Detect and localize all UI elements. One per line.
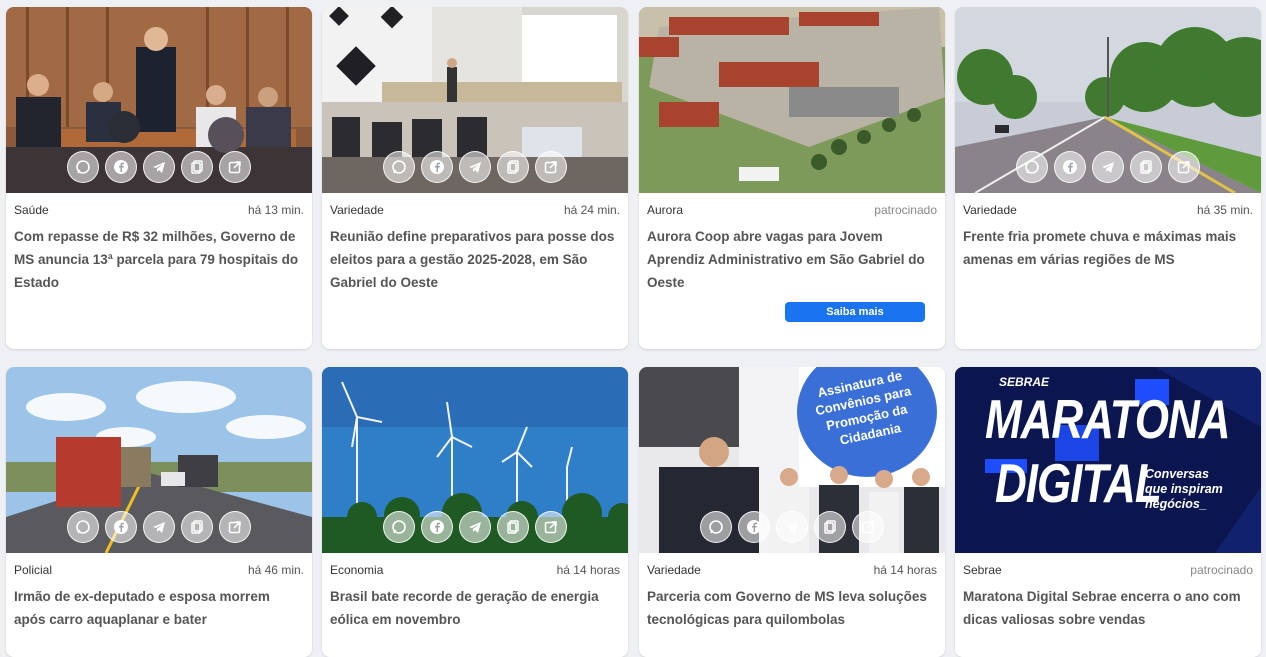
news-headline[interactable]: Parceria com Governo de MS leva soluções… xyxy=(639,577,945,631)
facebook-icon[interactable] xyxy=(738,511,770,543)
news-card[interactable]: Policial há 46 min. Irmão de ex-deputado… xyxy=(6,367,312,657)
maratona-wordmark: MARATONA xyxy=(985,389,1231,451)
news-thumbnail[interactable] xyxy=(322,367,628,553)
news-card[interactable]: Variedade há 24 min. Reunião define prep… xyxy=(322,7,628,349)
category-label[interactable]: Aurora xyxy=(647,203,683,217)
news-headline[interactable]: Aurora Coop abre vagas para Jovem Aprend… xyxy=(639,217,945,294)
news-headline[interactable]: Com repasse de R$ 32 milhões, Governo de… xyxy=(6,217,312,294)
telegram-icon[interactable] xyxy=(459,151,491,183)
digital-wordmark: DIGITAL xyxy=(995,453,1162,515)
news-headline[interactable]: Irmão de ex-deputado e esposa morrem apó… xyxy=(6,577,312,631)
external-link-icon[interactable] xyxy=(219,511,251,543)
facebook-icon[interactable] xyxy=(421,151,453,183)
copy-icon[interactable] xyxy=(497,511,529,543)
sponsored-label: patrocinado xyxy=(1190,563,1253,577)
tagline-line: Conversas xyxy=(1145,467,1209,481)
whatsapp-icon[interactable] xyxy=(383,511,415,543)
share-bar xyxy=(322,511,628,543)
news-headline[interactable]: Brasil bate recorde de geração de energi… xyxy=(322,577,628,631)
news-headline[interactable]: Maratona Digital Sebrae encerra o ano co… xyxy=(955,577,1261,631)
copy-icon[interactable] xyxy=(181,511,213,543)
external-link-icon[interactable] xyxy=(1168,151,1200,183)
timestamp: há 13 min. xyxy=(247,203,304,217)
industrial-plant-photo xyxy=(639,7,945,193)
news-thumbnail[interactable] xyxy=(6,7,312,193)
telegram-icon[interactable] xyxy=(776,511,808,543)
category-label[interactable]: Variedade xyxy=(647,563,701,577)
whatsapp-icon[interactable] xyxy=(700,511,732,543)
whatsapp-icon[interactable] xyxy=(383,151,415,183)
facebook-icon[interactable] xyxy=(105,151,137,183)
facebook-icon[interactable] xyxy=(1054,151,1086,183)
tagline-line: negócios_ xyxy=(1145,497,1207,511)
whatsapp-icon[interactable] xyxy=(67,511,99,543)
category-label[interactable]: Economia xyxy=(330,563,383,577)
category-label[interactable]: Policial xyxy=(14,563,52,577)
copy-icon[interactable] xyxy=(814,511,846,543)
timestamp: há 35 min. xyxy=(1196,203,1253,217)
category-label[interactable]: Variedade xyxy=(963,203,1017,217)
news-card[interactable]: Economia há 14 horas Brasil bate recorde… xyxy=(322,367,628,657)
telegram-icon[interactable] xyxy=(143,151,175,183)
external-link-icon[interactable] xyxy=(535,151,567,183)
sponsored-label: patrocinado xyxy=(874,203,937,217)
copy-icon[interactable] xyxy=(181,151,213,183)
telegram-icon[interactable] xyxy=(459,511,491,543)
copy-icon[interactable] xyxy=(1130,151,1162,183)
external-link-icon[interactable] xyxy=(852,511,884,543)
whatsapp-icon[interactable] xyxy=(1016,151,1048,183)
telegram-icon[interactable] xyxy=(143,511,175,543)
share-bar xyxy=(322,151,628,183)
news-thumbnail[interactable] xyxy=(955,7,1261,193)
news-thumbnail[interactable] xyxy=(6,367,312,553)
news-card[interactable]: Variedade há 35 min. Frente fria promete… xyxy=(955,7,1261,349)
sponsored-card[interactable]: Aurora patrocinado Aurora Coop abre vaga… xyxy=(639,7,945,349)
category-label[interactable]: Sebrae xyxy=(963,563,1002,577)
category-label[interactable]: Saúde xyxy=(14,203,49,217)
whatsapp-icon[interactable] xyxy=(67,151,99,183)
facebook-icon[interactable] xyxy=(421,511,453,543)
share-bar xyxy=(6,151,312,183)
copy-icon[interactable] xyxy=(497,151,529,183)
category-label[interactable]: Variedade xyxy=(330,203,384,217)
news-card[interactable]: Saúde há 13 min. Com repasse de R$ 32 mi… xyxy=(6,7,312,349)
news-headline[interactable]: Reunião define preparativos para posse d… xyxy=(322,217,628,294)
timestamp: há 46 min. xyxy=(247,563,304,577)
share-bar xyxy=(6,511,312,543)
news-thumbnail[interactable]: Assinatura de Convênios para Promoção da… xyxy=(639,367,945,553)
share-bar xyxy=(955,151,1261,183)
timestamp: há 14 horas xyxy=(556,563,620,577)
external-link-icon[interactable] xyxy=(219,151,251,183)
tagline: Conversas que inspiram negócios_ xyxy=(1145,467,1223,512)
sponsored-card[interactable]: SEBRAE MARATONA DIGITAL Conversas que in… xyxy=(955,367,1261,657)
news-grid: Saúde há 13 min. Com repasse de R$ 32 mi… xyxy=(0,0,1266,657)
timestamp: há 24 min. xyxy=(563,203,620,217)
tagline-line: que inspiram xyxy=(1145,482,1223,496)
timestamp: há 14 horas xyxy=(873,563,937,577)
external-link-icon[interactable] xyxy=(535,511,567,543)
sebrae-logo: SEBRAE xyxy=(999,375,1050,389)
facebook-icon[interactable] xyxy=(105,511,137,543)
share-bar xyxy=(639,511,945,543)
news-card[interactable]: Assinatura de Convênios para Promoção da… xyxy=(639,367,945,657)
news-headline[interactable]: Frente fria promete chuva e máximas mais… xyxy=(955,217,1261,271)
learn-more-button[interactable]: Saiba mais xyxy=(785,302,925,322)
news-thumbnail[interactable]: SEBRAE MARATONA DIGITAL Conversas que in… xyxy=(955,367,1261,553)
news-thumbnail[interactable] xyxy=(639,7,945,193)
telegram-icon[interactable] xyxy=(1092,151,1124,183)
news-thumbnail[interactable] xyxy=(322,7,628,193)
